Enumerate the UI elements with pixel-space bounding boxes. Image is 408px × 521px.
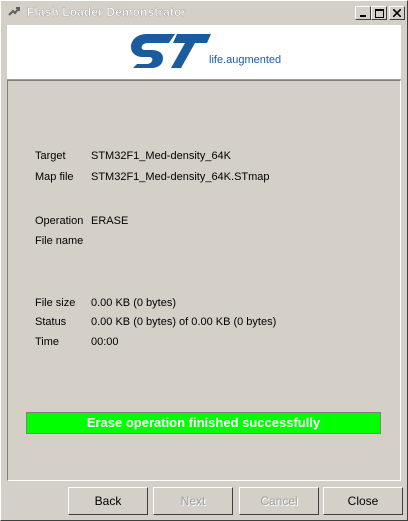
mapfile-value: STM32F1_Med-density_64K.STmap [91, 171, 270, 183]
progress-message: Erase operation finished successfully [86, 415, 321, 430]
target-label: Target [35, 150, 66, 162]
mapfile-row: Map file STM32F1_Med-density_64K.STmap [35, 171, 270, 183]
minimize-button[interactable] [355, 6, 371, 20]
cancel-button[interactable]: Cancel [239, 487, 319, 515]
progress-bar: Erase operation finished successfully [26, 412, 381, 434]
maximize-button[interactable] [371, 6, 387, 20]
operation-label: Operation [35, 215, 84, 227]
filename-label: File name [35, 235, 84, 247]
app-window: Flash Loader Demonstrator life.augmented… [0, 0, 408, 521]
time-row: Time 00:00 [35, 336, 119, 348]
st-logo [131, 34, 211, 68]
status-row: Status 0.00 KB (0 bytes) of 0.00 KB (0 by… [35, 316, 276, 328]
app-icon [8, 7, 20, 16]
close-button[interactable]: Close [323, 487, 403, 515]
status-label: Status [35, 316, 67, 328]
header-banner: life.augmented [7, 25, 401, 80]
title-bar[interactable]: Flash Loader Demonstrator [3, 3, 405, 21]
maximize-icon [374, 8, 384, 18]
filename-row: File name [35, 235, 91, 247]
window-title: Flash Loader Demonstrator [27, 5, 187, 19]
target-row: Target STM32F1_Med-density_64K [35, 150, 231, 162]
close-icon [393, 9, 401, 17]
mapfile-label: Map file [35, 171, 74, 183]
filesize-row: File size 0.00 KB (0 bytes) [35, 297, 176, 309]
back-button[interactable]: Back [68, 487, 148, 515]
tagline: life.augmented [209, 54, 282, 66]
next-button[interactable]: Next [153, 487, 233, 515]
time-label: Time [35, 336, 60, 348]
operation-row: Operation ERASE [35, 215, 128, 227]
minimize-icon [360, 15, 366, 17]
close-window-button[interactable] [389, 6, 405, 20]
operation-value: ERASE [91, 215, 129, 227]
status-value: 0.00 KB (0 bytes) of 0.00 KB (0 bytes) [91, 316, 277, 328]
time-value: 00:00 [91, 336, 119, 348]
filesize-label: File size [35, 297, 76, 309]
filesize-value: 0.00 KB (0 bytes) [91, 297, 176, 309]
target-value: STM32F1_Med-density_64K [91, 150, 232, 162]
